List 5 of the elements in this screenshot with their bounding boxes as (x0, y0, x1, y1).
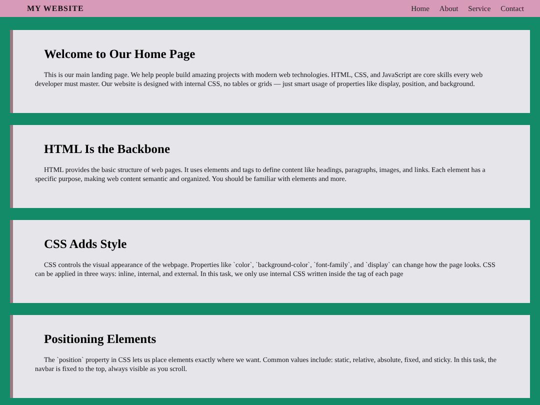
section-heading: HTML Is the Backbone (44, 142, 172, 157)
section-heading: Welcome to Our Home Page (44, 47, 196, 62)
section-heading: CSS Adds Style (44, 237, 128, 252)
section-heading: Positioning Elements (44, 332, 158, 347)
brand-logo: MY WEBSITE (27, 4, 84, 13)
